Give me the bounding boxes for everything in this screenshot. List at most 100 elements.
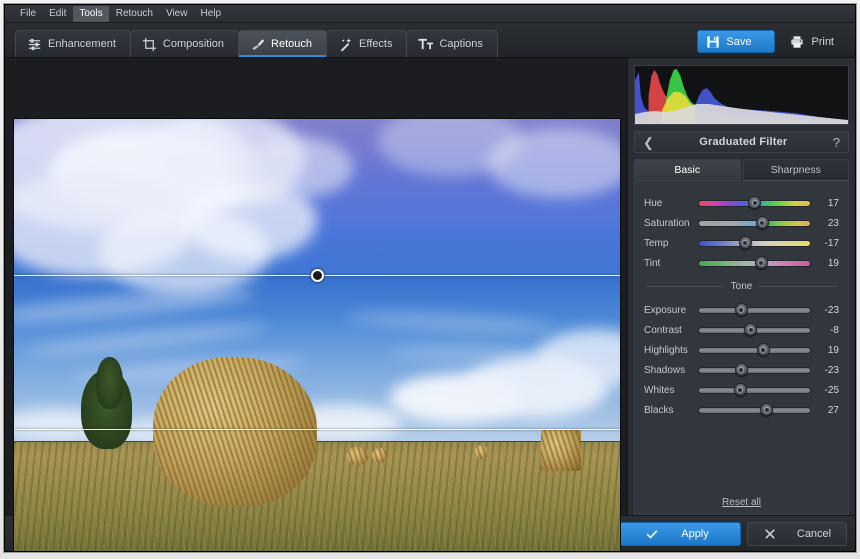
graduated-filter-overlay	[14, 119, 620, 277]
slider-row-tint: Tint 19	[644, 253, 839, 273]
photo-canvas[interactable]	[13, 118, 621, 552]
slider-value-shadows: -23	[811, 365, 839, 376]
slider-value-blacks: 27	[811, 405, 839, 416]
slider-value-hue: 17	[811, 198, 839, 209]
slider-label-temp: Temp	[644, 238, 698, 249]
menu-bar: File Edit Tools Retouch View Help	[5, 5, 855, 23]
app-root: File Edit Tools Retouch View Help Enhanc…	[0, 0, 860, 559]
sliders-icon	[27, 37, 42, 52]
slider-value-exposure: -23	[811, 305, 839, 316]
menu-item-view[interactable]: View	[160, 6, 194, 22]
slider-track-exposure[interactable]	[698, 307, 811, 314]
menu-item-retouch[interactable]: Retouch	[110, 6, 159, 22]
graduated-filter-handle[interactable]	[311, 269, 324, 282]
slider-value-highlights: 19	[811, 345, 839, 356]
application-window: File Edit Tools Retouch View Help Enhanc…	[4, 4, 856, 552]
slider-value-temp: -17	[811, 238, 839, 249]
slider-row-whites: Whites -25	[644, 380, 839, 400]
floppy-disk-icon	[706, 35, 720, 49]
crop-icon	[142, 37, 157, 52]
panel-subtabs: Basic Sharpness	[634, 159, 849, 181]
reset-all-link[interactable]: Reset all	[635, 497, 848, 508]
slider-track-temp[interactable]	[698, 240, 811, 247]
hay-bale-distant	[347, 447, 368, 465]
subtab-sharpness[interactable]: Sharpness	[743, 159, 850, 181]
question-mark-icon[interactable]: ?	[833, 136, 840, 149]
panel-title: Graduated Filter	[699, 136, 787, 148]
slider-row-saturation: Saturation 23	[644, 213, 839, 233]
slider-pane: Hue 17 Saturation 23 Temp	[634, 181, 849, 515]
slider-track-blacks[interactable]	[698, 407, 811, 414]
slider-knob-blacks[interactable]	[760, 403, 773, 416]
print-button[interactable]: Print	[783, 30, 845, 53]
tab-captions[interactable]: Captions	[406, 30, 497, 57]
slider-knob-contrast[interactable]	[744, 323, 757, 336]
tab-effects[interactable]: Effects	[326, 30, 407, 57]
slider-label-hue: Hue	[644, 198, 698, 209]
slider-knob-saturation[interactable]	[756, 216, 769, 229]
tab-enhancement[interactable]: Enhancement	[15, 30, 131, 57]
divider-right	[759, 286, 837, 287]
graduated-filter-line-bottom[interactable]	[14, 429, 620, 430]
chevron-left-icon[interactable]: ❮	[643, 136, 654, 149]
save-button-label: Save	[726, 36, 751, 48]
slider-label-blacks: Blacks	[644, 405, 698, 416]
magic-wand-icon	[338, 37, 353, 52]
slider-row-temp: Temp -17	[644, 233, 839, 253]
text-icon	[418, 37, 433, 52]
slider-label-exposure: Exposure	[644, 305, 698, 316]
cancel-button-label: Cancel	[797, 528, 831, 540]
main-area: ❮ Graduated Filter ? Basic Sharpness Hue	[5, 58, 855, 515]
slider-knob-hue[interactable]	[748, 196, 761, 209]
slider-knob-whites[interactable]	[734, 383, 747, 396]
top-right-actions: Save Print	[697, 30, 845, 53]
slider-track-highlights[interactable]	[698, 347, 811, 354]
tone-section-label: Tone	[731, 281, 753, 292]
apply-button[interactable]: Apply	[613, 522, 741, 546]
slider-value-tint: 19	[811, 258, 839, 269]
tone-section-header: Tone	[646, 277, 837, 295]
slider-label-highlights: Highlights	[644, 345, 698, 356]
histogram-plot	[635, 66, 848, 124]
panel-header: ❮ Graduated Filter ?	[634, 131, 849, 153]
slider-track-contrast[interactable]	[698, 327, 811, 334]
tab-enhancement-label: Enhancement	[48, 38, 116, 50]
slider-label-shadows: Shadows	[644, 365, 698, 376]
hay-bale-right	[541, 429, 580, 471]
menu-item-tools[interactable]: Tools	[73, 6, 108, 22]
slider-track-saturation[interactable]	[698, 220, 811, 227]
slider-value-whites: -25	[811, 385, 839, 396]
cancel-button[interactable]: Cancel	[747, 522, 847, 546]
menu-item-edit[interactable]: Edit	[43, 6, 72, 22]
hay-bale-main	[153, 357, 317, 507]
menu-item-file[interactable]: File	[14, 6, 42, 22]
slider-knob-exposure[interactable]	[735, 303, 748, 316]
subtab-sharpness-label: Sharpness	[771, 164, 821, 176]
slider-track-whites[interactable]	[698, 387, 811, 394]
slider-knob-shadows[interactable]	[735, 363, 748, 376]
tab-composition[interactable]: Composition	[130, 30, 239, 57]
slider-knob-highlights[interactable]	[757, 343, 770, 356]
slider-label-tint: Tint	[644, 258, 698, 269]
slider-knob-temp[interactable]	[739, 236, 752, 249]
divider-left	[646, 286, 724, 287]
slider-row-highlights: Highlights 19	[644, 340, 839, 360]
subtab-basic-label: Basic	[674, 164, 700, 176]
apply-button-label: Apply	[681, 528, 709, 540]
subtab-basic[interactable]: Basic	[634, 159, 741, 181]
slider-row-contrast: Contrast -8	[644, 320, 839, 340]
slider-label-contrast: Contrast	[644, 325, 698, 336]
slider-value-contrast: -8	[811, 325, 839, 336]
save-button[interactable]: Save	[697, 30, 775, 53]
menu-item-help[interactable]: Help	[194, 6, 227, 22]
tab-captions-label: Captions	[439, 38, 482, 50]
slider-track-tint[interactable]	[698, 260, 811, 267]
slider-knob-tint[interactable]	[755, 256, 768, 269]
brush-icon	[250, 37, 265, 52]
print-button-label: Print	[811, 36, 834, 48]
slider-track-shadows[interactable]	[698, 367, 811, 374]
slider-row-shadows: Shadows -23	[644, 360, 839, 380]
printer-icon	[790, 35, 804, 49]
slider-track-hue[interactable]	[698, 200, 811, 207]
tab-retouch[interactable]: Retouch	[238, 30, 327, 57]
